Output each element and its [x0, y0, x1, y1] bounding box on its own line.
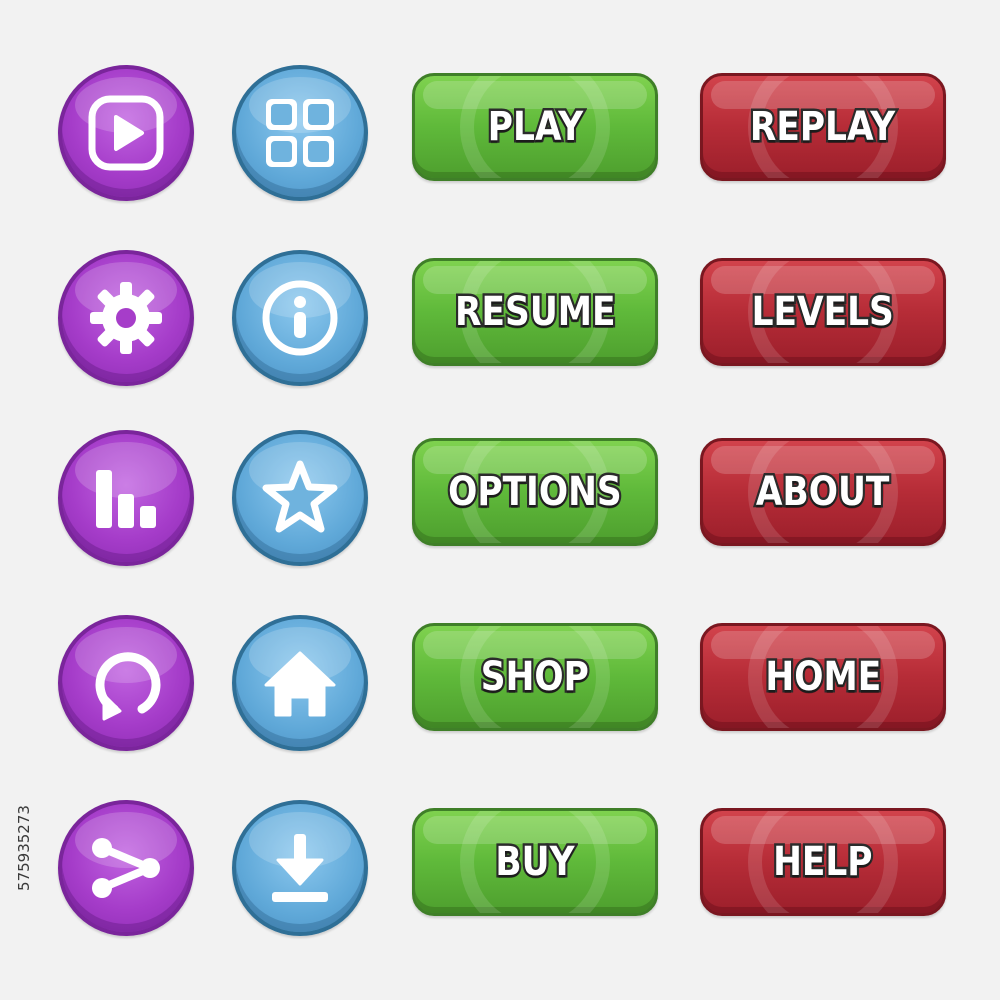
- home-icon: [264, 651, 336, 717]
- replay-button-label: REPLAY: [748, 102, 898, 153]
- play-button-label: PLAY: [485, 102, 585, 153]
- button-row: RESUME LEVELS: [0, 250, 1000, 386]
- home-button[interactable]: HOME: [700, 623, 946, 731]
- play-round-button[interactable]: [58, 65, 194, 201]
- help-button[interactable]: HELP: [700, 808, 946, 916]
- restart-round-button[interactable]: [58, 615, 194, 751]
- leaderboard-round-button[interactable]: [58, 430, 194, 566]
- options-button[interactable]: OPTIONS: [412, 438, 658, 546]
- restart-icon: [95, 652, 161, 721]
- replay-button[interactable]: REPLAY: [700, 73, 946, 181]
- shop-button[interactable]: SHOP: [412, 623, 658, 731]
- info-round-button[interactable]: [232, 250, 368, 386]
- leaderboard-icon: [96, 470, 156, 528]
- download-round-button[interactable]: [232, 800, 368, 936]
- home-button-label: HOME: [763, 652, 883, 703]
- button-row: OPTIONS ABOUT: [0, 430, 1000, 566]
- info-icon: [262, 280, 338, 356]
- home-round-button[interactable]: [232, 615, 368, 751]
- rate-round-button[interactable]: [232, 430, 368, 566]
- play-icon: [88, 95, 164, 171]
- game-button-set: PLAY REPLAY RESUME LEVELS OPTIONS ABOUT …: [0, 0, 1000, 1000]
- button-row: SHOP HOME: [0, 615, 1000, 751]
- download-icon: [272, 834, 328, 902]
- levels-button-label: LEVELS: [750, 287, 897, 338]
- about-button-label: ABOUT: [754, 467, 892, 518]
- button-row: BUY HELP: [0, 800, 1000, 936]
- gear-icon: [90, 282, 162, 354]
- button-row: PLAY REPLAY: [0, 65, 1000, 201]
- buy-button-label: BUY: [493, 837, 576, 888]
- stock-id-watermark: 575935273: [4, 738, 44, 958]
- buy-button[interactable]: BUY: [412, 808, 658, 916]
- options-button-label: OPTIONS: [446, 467, 624, 518]
- resume-button-label: RESUME: [453, 287, 618, 338]
- star-icon: [262, 460, 338, 533]
- grid-menu-icon: [266, 99, 334, 167]
- share-round-button[interactable]: [58, 800, 194, 936]
- about-button[interactable]: ABOUT: [700, 438, 946, 546]
- shop-button-label: SHOP: [479, 652, 591, 703]
- share-icon: [92, 838, 160, 898]
- stock-id-text: 575935273: [15, 805, 33, 891]
- settings-round-button[interactable]: [58, 250, 194, 386]
- resume-button[interactable]: RESUME: [412, 258, 658, 366]
- menu-round-button[interactable]: [232, 65, 368, 201]
- help-button-label: HELP: [771, 837, 875, 888]
- play-button[interactable]: PLAY: [412, 73, 658, 181]
- levels-button[interactable]: LEVELS: [700, 258, 946, 366]
